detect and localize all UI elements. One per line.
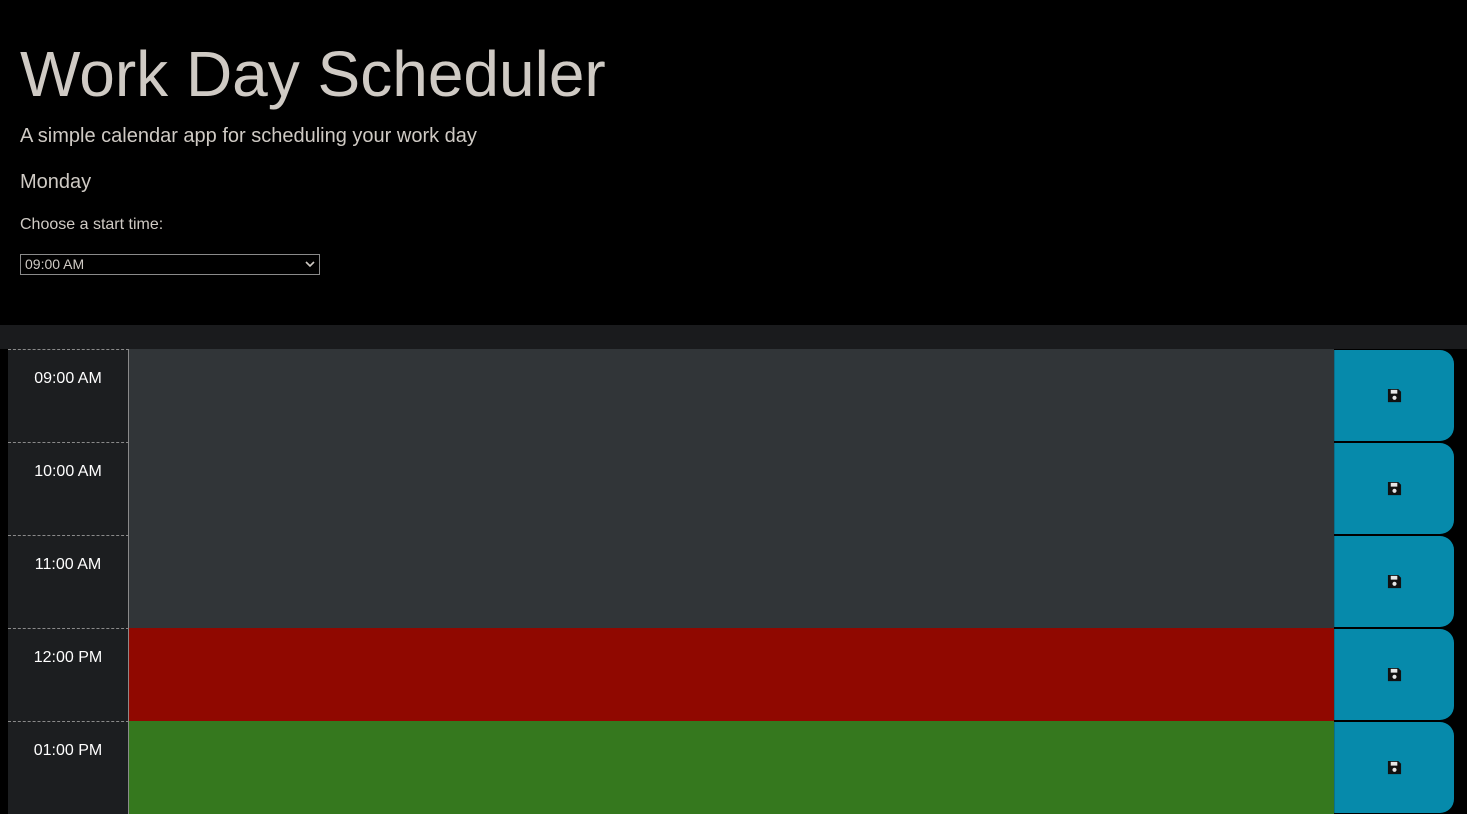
- event-description-input[interactable]: [129, 628, 1334, 721]
- floppy-disk-icon: [1387, 574, 1402, 589]
- floppy-disk-icon: [1387, 481, 1402, 496]
- event-description-input[interactable]: [129, 535, 1334, 628]
- floppy-disk-icon: [1387, 388, 1402, 403]
- current-day: Monday: [20, 171, 92, 193]
- page-title: Work Day Scheduler: [20, 38, 606, 110]
- page-subtitle: A simple calendar app for scheduling you…: [20, 125, 477, 147]
- floppy-disk-icon: [1387, 667, 1402, 682]
- schedule-container: 09:00 AM 10:00 AM 11:00 AM 12:00 PM 01:0…: [0, 349, 1467, 814]
- header-divider-band: [0, 325, 1467, 349]
- event-description-input[interactable]: [129, 721, 1334, 814]
- time-block-row: 09:00 AM: [8, 349, 1454, 442]
- save-button[interactable]: [1334, 536, 1454, 627]
- start-time-selected-value: 09:00 AM: [25, 256, 85, 272]
- time-block-row: 11:00 AM: [8, 535, 1454, 628]
- start-time-select[interactable]: 09:00 AM: [20, 254, 320, 275]
- hour-label: 11:00 AM: [8, 535, 129, 628]
- event-description-input[interactable]: [129, 349, 1334, 442]
- chevron-down-icon: [305, 261, 315, 268]
- hour-label: 01:00 PM: [8, 721, 129, 814]
- hour-label: 12:00 PM: [8, 628, 129, 721]
- time-block-row: 01:00 PM: [8, 721, 1454, 814]
- save-button[interactable]: [1334, 443, 1454, 534]
- save-button[interactable]: [1334, 722, 1454, 813]
- time-block-row: 10:00 AM: [8, 442, 1454, 535]
- start-time-label: Choose a start time:: [20, 216, 164, 233]
- hour-label: 09:00 AM: [8, 349, 129, 442]
- save-button[interactable]: [1334, 350, 1454, 441]
- floppy-disk-icon: [1387, 760, 1402, 775]
- save-button[interactable]: [1334, 629, 1454, 720]
- hour-label: 10:00 AM: [8, 442, 129, 535]
- time-block-row: 12:00 PM: [8, 628, 1454, 721]
- event-description-input[interactable]: [129, 442, 1334, 535]
- header: Work Day Scheduler A simple calendar app…: [0, 0, 1467, 325]
